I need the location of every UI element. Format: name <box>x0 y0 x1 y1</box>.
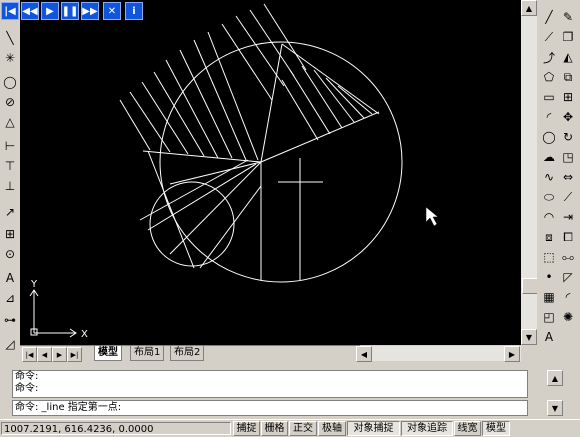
command-scrollbar[interactable]: ▲ ▼ <box>527 370 577 416</box>
first-tab-icon[interactable]: |◀ <box>22 347 37 362</box>
status-bar: 1007.2191, 616.4236, 0.0000 捕捉 栅格 正交 极轴 … <box>0 419 580 437</box>
polyline-icon[interactable]: ⤴ <box>540 48 558 66</box>
scroll-up-icon[interactable]: ▲ <box>521 0 537 16</box>
otrack-toggle[interactable]: 对象追踪 <box>401 421 453 436</box>
layout-tab-bar: |◀ ◀ ▶ ▶| 模型 布局1 布局2 <box>20 345 360 362</box>
circle-icon[interactable]: ◯ <box>540 128 558 146</box>
oblique-dim-icon[interactable]: ◿ <box>2 336 18 352</box>
point-icon[interactable]: • <box>540 268 558 286</box>
edit-dim-icon[interactable]: ⊿ <box>2 290 18 306</box>
info-icon[interactable]: i <box>125 2 143 20</box>
tab-layout1[interactable]: 布局1 <box>130 346 165 361</box>
tab-layout2[interactable]: 布局2 <box>170 346 205 361</box>
modify-toolbar-right: ╱ ✎ ⟋ ❐ ⤴ ◭ ⬠ ⧉ ▭ ⊞ ◜ ✥ ◯ ↻ ☁ ◳ ∿ ⇔ ⬭ ⟋ … <box>537 0 580 362</box>
rotate-icon[interactable]: ↻ <box>559 128 577 146</box>
drawing-geometry: Y X <box>29 3 439 340</box>
prev-tab-icon[interactable]: ◀ <box>37 347 52 362</box>
center-mark-icon[interactable]: ⊙ <box>2 246 18 262</box>
scroll-right-icon[interactable]: ▶ <box>504 346 520 362</box>
scroll-down-icon[interactable]: ▼ <box>521 329 537 345</box>
rectangle-icon[interactable]: ▭ <box>540 88 558 106</box>
spline-icon[interactable]: ∿ <box>540 168 558 186</box>
scroll-left-icon[interactable]: ◀ <box>356 346 372 362</box>
rewind-start-icon[interactable]: |◀ <box>1 2 19 20</box>
play-icon[interactable]: ▶ <box>41 2 59 20</box>
drawing-canvas[interactable]: Y X <box>20 0 521 345</box>
coordinate-readout: 1007.2191, 616.4236, 0.0000 <box>1 422 231 435</box>
array-icon[interactable]: ⊞ <box>559 88 577 106</box>
polygon-icon[interactable]: ⬠ <box>540 68 558 86</box>
command-input[interactable]: 命令: _line 指定第一点: <box>12 400 528 416</box>
extend-icon[interactable]: ⇥ <box>559 208 577 226</box>
break-icon[interactable]: ⧠ <box>559 228 577 246</box>
fast-forward-icon[interactable]: ▶▶ <box>81 2 99 20</box>
arc-icon[interactable]: ◜ <box>540 108 558 126</box>
scale-icon[interactable]: ◳ <box>559 148 577 166</box>
insert-block-icon[interactable]: ⧈ <box>540 228 558 246</box>
last-tab-icon[interactable]: ▶| <box>67 347 82 362</box>
grid-toggle[interactable]: 栅格 <box>261 421 288 436</box>
trim-icon[interactable]: ⟋ <box>559 188 577 206</box>
copy-icon[interactable]: ❐ <box>559 28 577 46</box>
polar-toggle[interactable]: 极轴 <box>318 421 346 436</box>
make-block-icon[interactable]: ⬚ <box>540 248 558 266</box>
history-line: 命令: <box>15 371 39 382</box>
line-tool-icon[interactable]: ╲ <box>2 30 18 46</box>
scroll-down-icon[interactable]: ▼ <box>547 400 563 416</box>
history-line: 命令: <box>15 383 39 394</box>
next-tab-icon[interactable]: ▶ <box>52 347 67 362</box>
text-tool-icon[interactable]: A <box>2 270 18 286</box>
tab-model[interactable]: 模型 <box>94 346 122 361</box>
ellipse-icon[interactable]: ⬭ <box>540 188 558 206</box>
fillet-icon[interactable]: ◜ <box>559 288 577 306</box>
close-icon[interactable]: ✕ <box>103 2 121 20</box>
rewind-icon[interactable]: ◀◀ <box>21 2 39 20</box>
scroll-up-icon[interactable]: ▲ <box>547 370 563 386</box>
mtext-icon[interactable]: A <box>540 328 558 346</box>
command-window: 命令: 命令: 命令: _line 指定第一点: ▲ ▼ <box>0 362 580 418</box>
ucs-axes-icon <box>29 289 77 338</box>
horizontal-scrollbar[interactable]: ◀ ▶ <box>356 346 521 362</box>
ucs-x-label: X <box>81 329 88 340</box>
ellipse-arc-icon[interactable]: ◠ <box>540 208 558 226</box>
xline-icon[interactable]: ⟋ <box>540 28 558 46</box>
osnap-toggle[interactable]: 对象捕捉 <box>347 421 400 436</box>
ortho-toggle[interactable]: 正交 <box>289 421 317 436</box>
move-icon[interactable]: ✥ <box>559 108 577 126</box>
aligned-dim-icon[interactable]: ⊤ <box>2 158 18 174</box>
snap-toggle[interactable]: 捕捉 <box>233 421 260 436</box>
explode-icon[interactable]: ✺ <box>559 308 577 326</box>
playback-toolbar: |◀ ◀◀ ▶ ❚❚ ▶▶ ✕ i <box>0 0 150 22</box>
mouse-pointer-icon <box>425 206 439 227</box>
leader-tool-icon[interactable]: ↗ <box>2 204 18 220</box>
dim-style-icon[interactable]: ⊶ <box>2 312 18 328</box>
scroll-thumb[interactable] <box>522 278 538 294</box>
line-icon[interactable]: ╱ <box>540 8 558 26</box>
lineweight-toggle[interactable]: 线宽 <box>454 421 481 436</box>
erase-icon[interactable]: ✎ <box>559 8 577 26</box>
tolerance-icon[interactable]: ⊞ <box>2 226 18 242</box>
hatch-icon[interactable]: ▦ <box>540 288 558 306</box>
ucs-y-label: Y <box>30 279 38 290</box>
pause-icon[interactable]: ❚❚ <box>61 2 79 20</box>
polygon-tool-icon[interactable]: △ <box>2 114 18 130</box>
model-toggle[interactable]: 模型 <box>482 421 510 436</box>
construction-line-icon[interactable]: ✳ <box>2 50 18 66</box>
circle-tool-icon[interactable]: ◯ <box>2 74 18 90</box>
dimension-tool-icon[interactable]: ⊢ <box>2 138 18 154</box>
stretch-icon[interactable]: ⇔ <box>559 168 577 186</box>
baseline-dim-icon[interactable]: ⊥ <box>2 178 18 194</box>
chamfer-icon[interactable]: ◸ <box>559 268 577 286</box>
no-symbol-icon[interactable]: ⊘ <box>2 94 18 110</box>
command-history: 命令: 命令: <box>12 370 528 398</box>
offset-icon[interactable]: ⧉ <box>559 68 577 86</box>
vertical-scrollbar[interactable]: ▲ ▼ <box>521 0 538 345</box>
revcloud-icon[interactable]: ☁ <box>540 148 558 166</box>
draw-toolbar-left: ╲ ✳ ◯ ⊘ △ ⊢ ⊤ ⊥ ↗ ⊞ ⊙ A ⊿ ⊶ ◿ <box>0 0 21 362</box>
region-icon[interactable]: ◰ <box>540 308 558 326</box>
mirror-icon[interactable]: ◭ <box>559 48 577 66</box>
join-icon[interactable]: ⧟ <box>559 248 577 266</box>
